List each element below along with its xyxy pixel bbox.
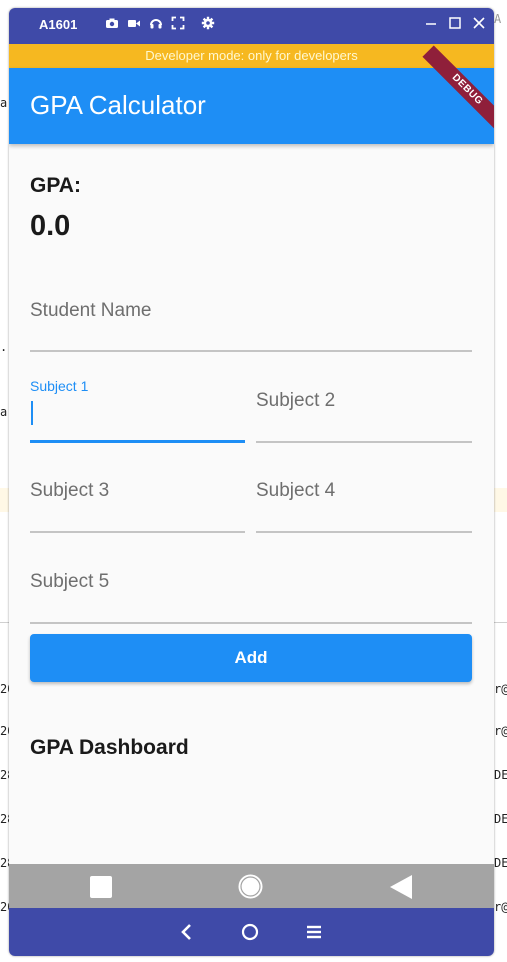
triangle-back-icon[interactable]	[389, 874, 413, 905]
ide-right-text: DE	[494, 768, 507, 782]
circle-icon[interactable]	[237, 873, 264, 905]
minimize-icon[interactable]	[424, 16, 438, 30]
close-icon[interactable]	[472, 16, 486, 30]
ide-left-text: a	[0, 405, 8, 419]
headset-icon[interactable]	[149, 16, 163, 30]
gpa-value: 0.0	[30, 210, 71, 242]
square-icon[interactable]	[89, 875, 113, 904]
chevron-left-icon[interactable]	[180, 923, 194, 946]
emulator-toolbar	[105, 16, 215, 30]
text-cursor	[31, 401, 33, 425]
subject-1-field[interactable]: Subject 1	[30, 378, 245, 443]
emulator-title-bar: A1601	[9, 8, 494, 44]
subject-1-label: Subject 1	[30, 378, 89, 394]
ide-left-text: a	[0, 96, 8, 110]
student-name-placeholder: Student Name	[30, 300, 152, 321]
camera-icon[interactable]	[105, 16, 119, 30]
ide-right-text: DE	[494, 812, 507, 826]
window-controls	[424, 16, 486, 30]
device-title: A1601	[39, 17, 78, 32]
subject-3-placeholder: Subject 3	[30, 480, 110, 501]
field-underline	[256, 531, 472, 533]
subject-4-field[interactable]: Subject 4	[256, 464, 472, 533]
dashboard-title: GPA Dashboard	[30, 736, 189, 759]
menu-icon[interactable]	[306, 924, 322, 945]
emulator-window: A1601 Developer mode: only for developer…	[9, 8, 494, 956]
subject-4-placeholder: Subject 4	[256, 480, 336, 501]
subject-2-placeholder: Subject 2	[256, 390, 336, 411]
app-bar: GPA Calculator DEBUG	[9, 45, 494, 144]
maximize-icon[interactable]	[448, 16, 462, 30]
video-icon[interactable]	[127, 16, 141, 30]
android-navigation-bar	[9, 864, 494, 908]
subject-5-field[interactable]: Subject 5	[30, 555, 472, 624]
ide-right-text: r@	[494, 724, 507, 738]
gear-icon[interactable]	[201, 16, 215, 30]
ide-right-text: r@	[494, 900, 507, 914]
field-underline	[256, 441, 472, 443]
field-underline	[30, 350, 472, 352]
gpa-label: GPA:	[30, 174, 81, 197]
app-title: GPA Calculator	[30, 90, 206, 120]
ide-right-text: A	[494, 12, 502, 26]
emulator-navigation-bar	[9, 908, 494, 956]
field-underline	[30, 531, 245, 533]
field-underline	[30, 440, 245, 443]
subject-2-field[interactable]: Subject 2	[256, 374, 472, 443]
circle-home-icon[interactable]	[241, 923, 259, 946]
subject-3-field[interactable]: Subject 3	[30, 464, 245, 533]
subject-5-placeholder: Subject 5	[30, 571, 110, 592]
ide-right-text: DE	[494, 856, 507, 870]
field-underline	[30, 622, 472, 624]
ide-right-text: r@	[494, 682, 507, 696]
student-name-field[interactable]: Student Name	[30, 284, 472, 352]
add-button[interactable]: Add	[30, 634, 472, 682]
fullscreen-icon[interactable]	[171, 16, 185, 30]
